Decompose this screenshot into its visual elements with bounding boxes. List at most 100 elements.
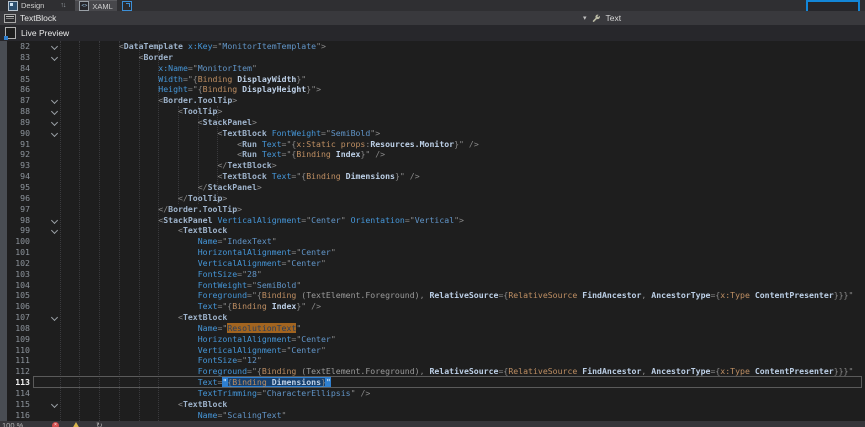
line-number: 99 [0, 225, 30, 236]
tab-xaml[interactable]: <> XAML [75, 0, 116, 12]
breadcrumb-element[interactable]: TextBlock [20, 13, 56, 23]
line-number: 82 [0, 41, 30, 52]
line-number: 106 [0, 301, 30, 312]
code-line[interactable]: 97 </Border.ToolTip> [0, 204, 865, 215]
code-line[interactable]: 87 <Border.ToolTip> [0, 95, 865, 106]
editor-status-bar: 100 % × ↻ [0, 421, 865, 427]
code-line[interactable]: 115 <TextBlock [0, 399, 865, 410]
code-line[interactable]: 88<ToolTip> [0, 106, 865, 117]
code-text: </ToolTip> [40, 193, 227, 204]
code-line[interactable]: 108Name="ResolutionText" [0, 323, 865, 334]
line-number: 97 [0, 204, 30, 215]
line-number: 88 [0, 106, 30, 117]
code-text: </Border.ToolTip> [40, 204, 242, 215]
code-line[interactable]: 106Text="{Binding Index}" /> [0, 301, 865, 312]
code-text: Text="{Binding Dimensions}" [40, 377, 331, 388]
line-number: 84 [0, 63, 30, 74]
line-number: 100 [0, 236, 30, 247]
code-line[interactable]: 113Text="{Binding Dimensions}" [0, 377, 865, 388]
code-text: FontSize="12" [40, 355, 262, 366]
code-line[interactable]: 83 <Border [0, 52, 865, 63]
code-line[interactable]: 84x:Name="MonitorItem" [0, 63, 865, 74]
code-lines: 82 <DataTemplate x:Key="MonitorItemTempla… [0, 41, 865, 421]
line-number: 111 [0, 355, 30, 366]
code-line[interactable]: 85Width="{Binding DisplayWidth}" [0, 74, 865, 85]
xaml-tab-label: XAML [92, 2, 112, 11]
refresh-icon[interactable]: ↻ [96, 421, 103, 427]
code-line[interactable]: 107 <TextBlock [0, 312, 865, 323]
line-number: 114 [0, 388, 30, 399]
design-tab-icon [8, 1, 18, 11]
code-line[interactable]: 96 </ToolTip> [0, 193, 865, 204]
code-text: HorizontalAlignment="Center" [40, 334, 336, 345]
line-number: 110 [0, 345, 30, 356]
code-line[interactable]: 101 HorizontalAlignment="Center" [0, 247, 865, 258]
code-line[interactable]: 105Foreground="{Binding (TextElement.For… [0, 290, 865, 301]
breadcrumb-right-group: ▾ Text [583, 11, 621, 25]
line-number: 96 [0, 193, 30, 204]
code-text: <Run Text="{Binding Index}" /> [40, 149, 385, 160]
code-line[interactable]: 99<TextBlock [0, 225, 865, 236]
chevron-down-icon[interactable]: ▾ [583, 14, 587, 22]
code-line[interactable]: 112Foreground="{Binding (TextElement.For… [0, 366, 865, 377]
code-line[interactable]: 82 <DataTemplate x:Key="MonitorItemTempla… [0, 41, 865, 52]
zoom-level[interactable]: 100 % [2, 421, 23, 427]
line-number: 94 [0, 171, 30, 182]
code-line[interactable]: 95</StackPanel> [0, 182, 865, 193]
code-line[interactable]: 91 <Run Text="{x:Static props:Resources.M… [0, 139, 865, 150]
line-number: 83 [0, 52, 30, 63]
line-number: 101 [0, 247, 30, 258]
code-line[interactable]: 114TextTrimming="CharacterEllipsis" /> [0, 388, 865, 399]
line-number: 115 [0, 399, 30, 410]
code-line[interactable]: 103FontSize="28" [0, 269, 865, 280]
code-text: <DataTemplate x:Key="MonitorItemTemplate… [40, 41, 326, 52]
error-icon[interactable]: × [52, 422, 59, 427]
selected-binding-expression: {Binding Dimensions} [227, 377, 326, 387]
swap-panes-icon[interactable]: ↑↓ [60, 2, 65, 9]
code-line[interactable]: 89<StackPanel> [0, 117, 865, 128]
code-line[interactable]: 90<TextBlock FontWeight="SemiBold"> [0, 128, 865, 139]
live-preview-label: Live Preview [21, 28, 69, 38]
tool-label: Text [606, 13, 622, 23]
code-text: </TextBlock> [40, 160, 277, 171]
code-line[interactable]: 94 <TextBlock Text="{Binding Dimensions}"… [0, 171, 865, 182]
code-text: Name="IndexText" [40, 236, 277, 247]
wrench-icon[interactable] [592, 14, 601, 23]
line-number: 107 [0, 312, 30, 323]
live-preview-bar: Live Preview [0, 25, 865, 42]
code-line[interactable]: 92<Run Text="{Binding Index}" /> [0, 149, 865, 160]
code-text: <StackPanel VerticalAlignment="Center" O… [40, 215, 464, 226]
code-text: HorizontalAlignment="Center" [40, 247, 336, 258]
line-number: 86 [0, 84, 30, 95]
code-line[interactable]: 93 </TextBlock> [0, 160, 865, 171]
code-text: <TextBlock [40, 312, 227, 323]
line-number: 91 [0, 139, 30, 150]
code-line[interactable]: 86Height="{Binding DisplayHeight}"> [0, 84, 865, 95]
line-number: 109 [0, 334, 30, 345]
code-line[interactable]: 104FontWeight="SemiBold" [0, 280, 865, 291]
code-text: <Run Text="{x:Static props:Resources.Mon… [40, 139, 479, 150]
line-number: 85 [0, 74, 30, 85]
code-text: FontWeight="SemiBold" [40, 280, 301, 291]
textblock-element-icon [4, 14, 16, 23]
code-text: <TextBlock FontWeight="SemiBold"> [40, 128, 380, 139]
code-text: <TextBlock Text="{Binding Dimensions}" /… [40, 171, 420, 182]
live-preview-icon [5, 27, 16, 39]
tab-design[interactable]: Design [4, 0, 48, 11]
code-line[interactable]: 109 HorizontalAlignment="Center" [0, 334, 865, 345]
code-line[interactable]: 111 FontSize="12" [0, 355, 865, 366]
code-text: <TextBlock [40, 399, 227, 410]
code-line[interactable]: 98<StackPanel VerticalAlignment="Center"… [0, 215, 865, 226]
code-line[interactable]: 102VerticalAlignment="Center" [0, 258, 865, 269]
popout-icon[interactable] [122, 1, 132, 11]
code-line[interactable]: 100 Name="IndexText" [0, 236, 865, 247]
code-line[interactable]: 116Name="ScalingText" [0, 410, 865, 421]
code-text: <Border.ToolTip> [40, 95, 237, 106]
breadcrumb-bar: TextBlock ▾ Text [0, 11, 865, 26]
warning-icon[interactable] [72, 422, 80, 427]
line-number: 87 [0, 95, 30, 106]
code-text: <Border [40, 52, 173, 63]
code-line[interactable]: 110VerticalAlignment="Center" [0, 345, 865, 356]
line-number: 93 [0, 160, 30, 171]
xaml-code-editor[interactable]: 82 <DataTemplate x:Key="MonitorItemTempla… [0, 41, 865, 421]
